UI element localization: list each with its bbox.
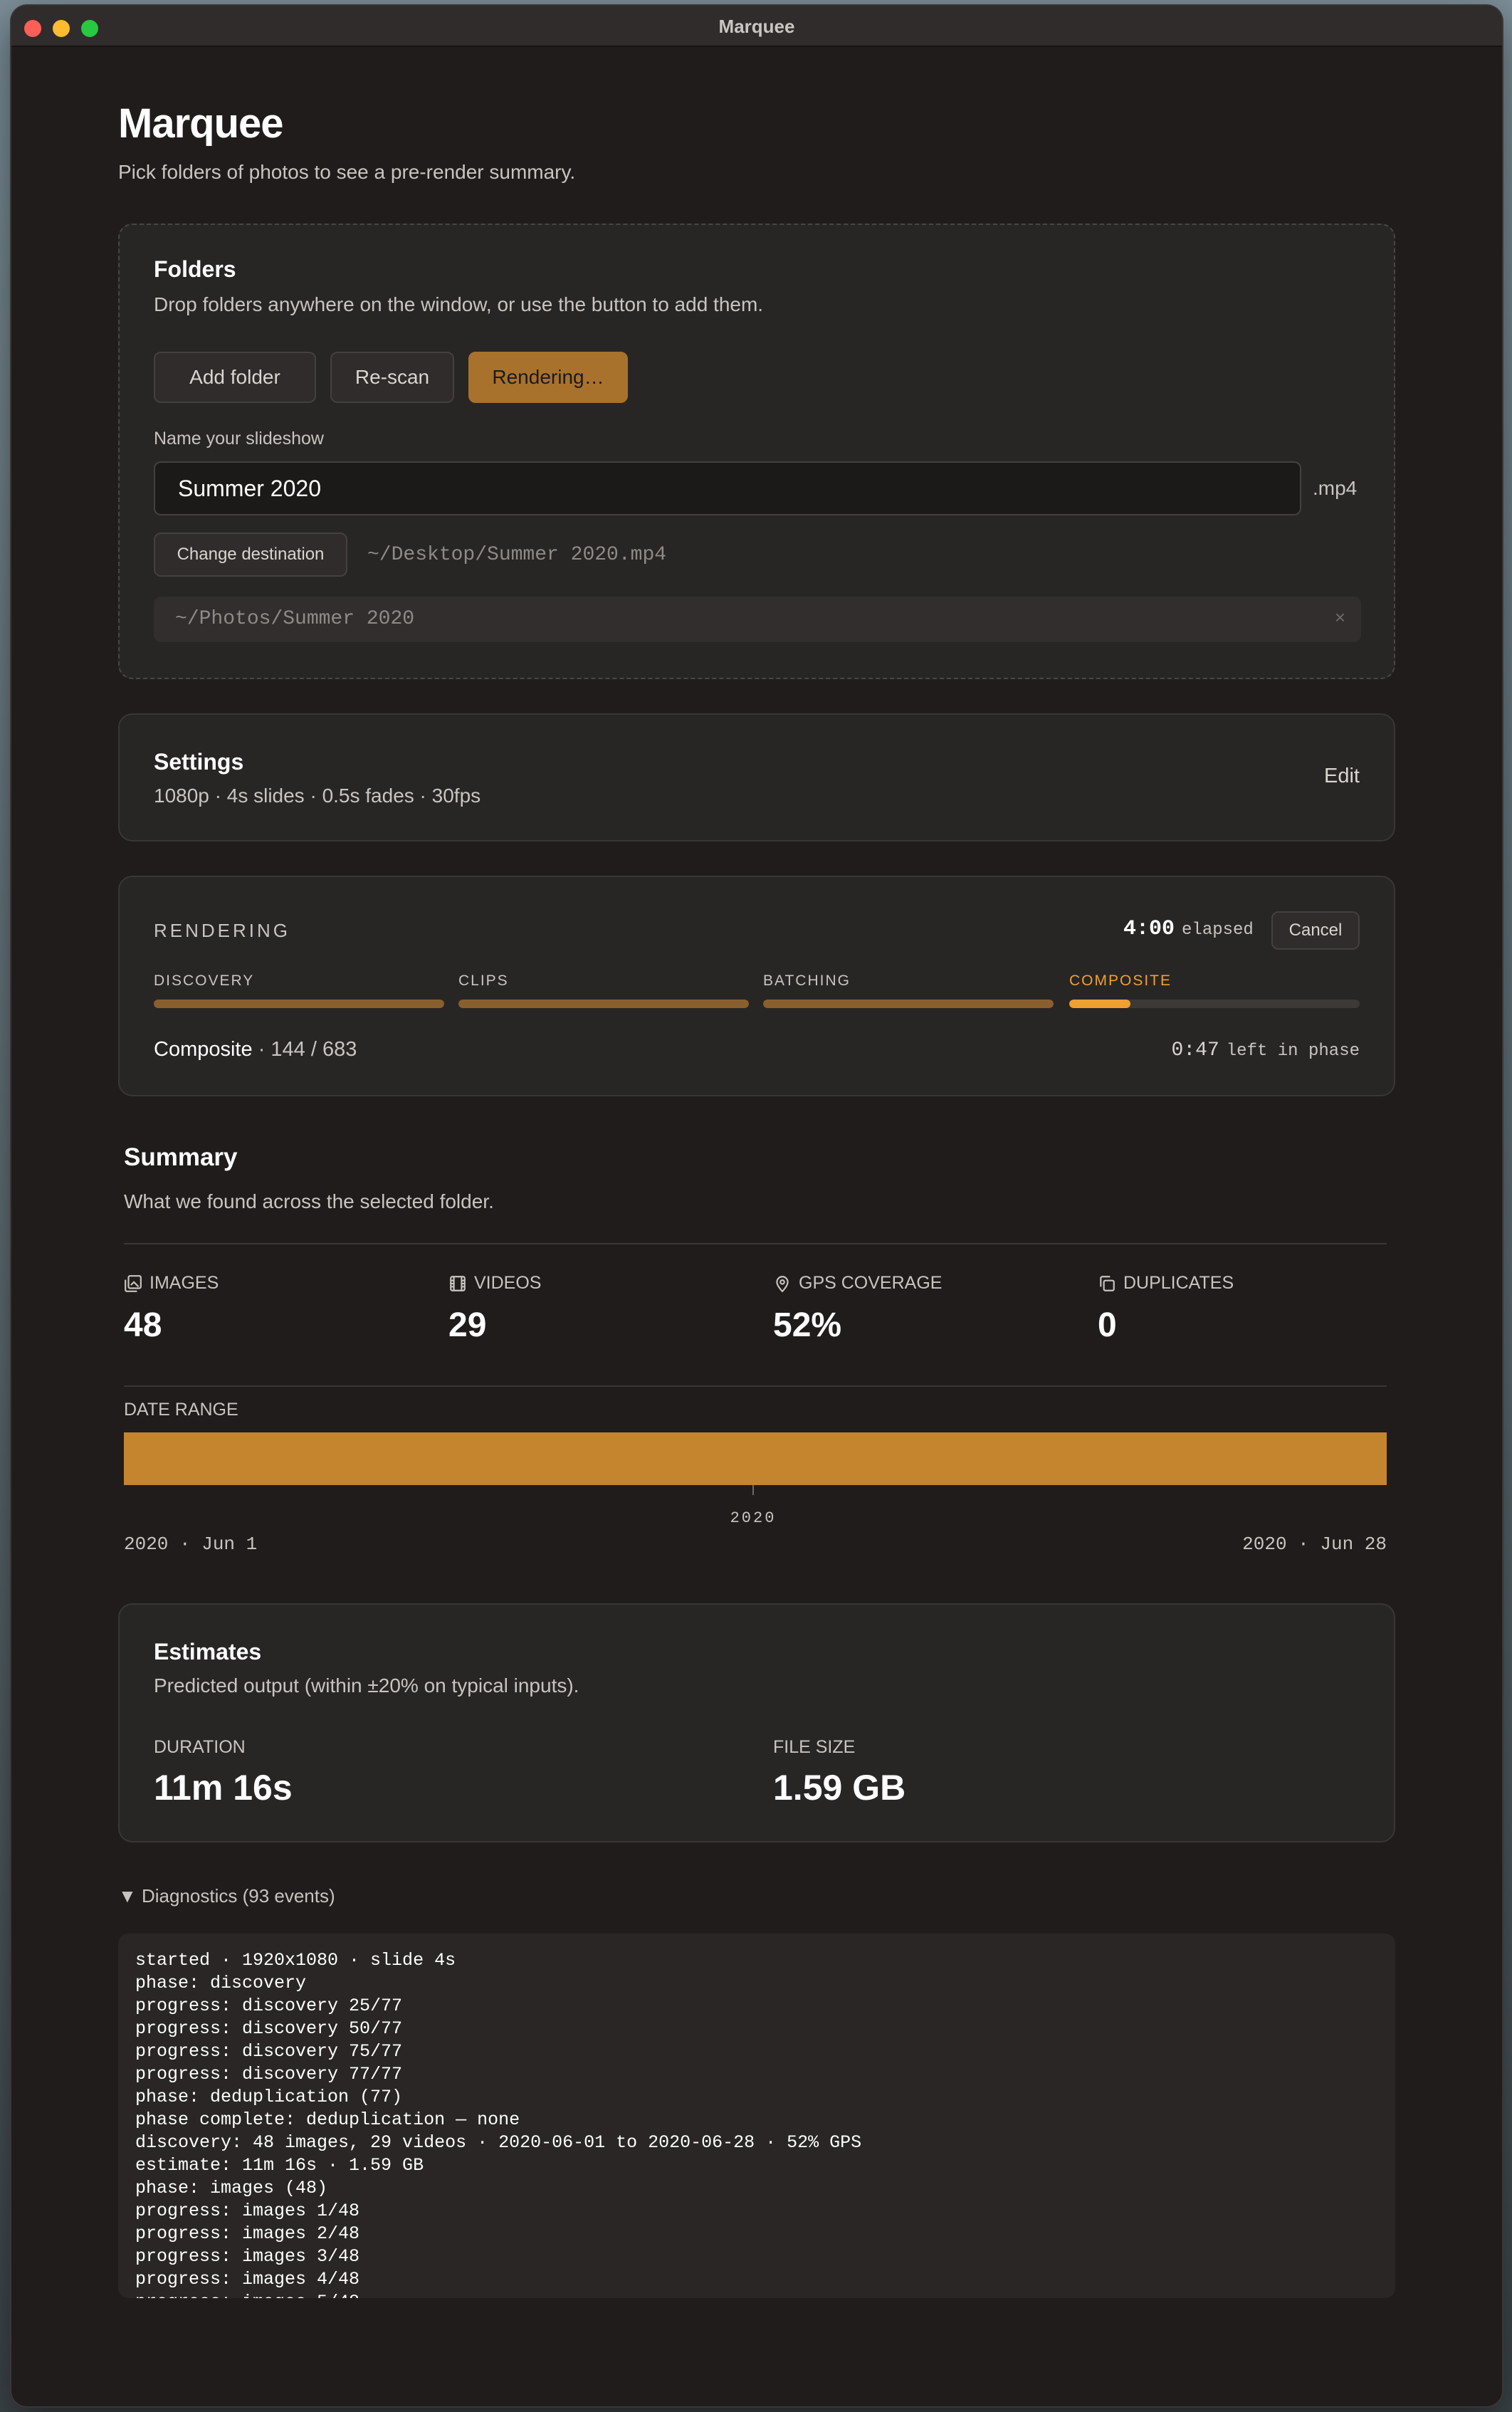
stat-images-label: IMAGES — [124, 1273, 219, 1294]
phase-fill-composite — [1069, 1000, 1130, 1008]
location-pin-icon — [776, 1275, 789, 1292]
stat-videos-text: VIDEOS — [474, 1273, 542, 1293]
stat-videos-label: VIDEOS — [448, 1273, 541, 1294]
log-line: phase: discovery — [135, 1973, 307, 1993]
folders-subtitle: Drop folders anywhere on the window, or … — [154, 293, 764, 315]
file-size-label: FILE SIZE — [773, 1737, 856, 1757]
file-size-value: 1.59 GB — [773, 1768, 906, 1808]
log-line: started · 1920x1080 · slide 4s — [135, 1950, 456, 1971]
elapsed-label: elapsed — [1182, 921, 1254, 940]
window-title: Marquee — [718, 16, 795, 37]
stat-duplicates-value: 0 — [1098, 1306, 1117, 1344]
title-bar: Marquee — [11, 6, 1502, 47]
log-line: progress: images 3/48 — [135, 2246, 360, 2267]
log-line: phase: images (48) — [135, 2178, 328, 2198]
slideshow-name-input[interactable]: Summer 2020 — [154, 461, 1301, 515]
log-line: progress: images 2/48 — [135, 2223, 360, 2244]
slideshow-name-label: Name your slideshow — [154, 429, 324, 449]
settings-summary: 1080p · 4s slides · 0.5s fades · 30fps — [154, 785, 481, 807]
cancel-render-button[interactable]: Cancel — [1271, 911, 1360, 950]
estimates-card: Estimates Predicted output (within ±20% … — [118, 1603, 1395, 1842]
duration-value: 11m 16s — [154, 1768, 293, 1808]
log-line: progress: images 5/48 — [135, 2291, 1378, 2298]
date-range-label: DATE RANGE — [124, 1400, 238, 1420]
phase-progress-discovery — [154, 1000, 444, 1008]
remaining-label: left in phase — [1226, 1042, 1360, 1061]
phase-remaining: 0:47 left in phase — [1172, 1039, 1360, 1061]
current-phase-count: · 144 / 683 — [258, 1038, 357, 1061]
log-line: estimate: 11m 16s · 1.59 GB — [135, 2155, 424, 2176]
phase-fill-batching — [763, 1000, 1054, 1008]
summary-title: Summary — [124, 1143, 238, 1171]
stat-duplicates-text: DUPLICATES — [1123, 1273, 1234, 1293]
render-button[interactable]: Rendering… — [468, 352, 628, 403]
stat-gps-value: 52% — [773, 1306, 842, 1344]
page-subtitle: Pick folders of photos to see a pre-rend… — [118, 161, 576, 183]
date-range-bar — [124, 1432, 1387, 1485]
phase-progress-composite — [1069, 1000, 1360, 1008]
page-title: Marquee — [118, 100, 284, 147]
log-line: progress: discovery 25/77 — [135, 1996, 403, 2016]
app-window: Marquee Marquee Pick folders of photos t… — [11, 6, 1502, 2406]
images-icon — [125, 1274, 142, 1292]
stat-videos-value: 29 — [448, 1306, 487, 1344]
copy-icon — [1100, 1275, 1115, 1291]
phase-label-composite: COMPOSITE — [1069, 972, 1172, 989]
year-tick-label: 2020 — [730, 1509, 777, 1527]
remaining-time: 0:47 — [1171, 1039, 1219, 1061]
duration-label: DURATION — [154, 1737, 246, 1757]
phase-label-clips: CLIPS — [458, 972, 509, 989]
summary-divider-bottom — [124, 1385, 1387, 1387]
rendering-kicker: RENDERING — [154, 920, 291, 941]
elapsed-time: 4:00 — [1123, 917, 1175, 941]
log-line: progress: images 4/48 — [135, 2269, 360, 2290]
date-range-end: 2020 · Jun 28 — [1242, 1533, 1387, 1555]
summary-subtitle: What we found across the selected folder… — [124, 1190, 494, 1212]
folder-path: ~/Photos/Summer 2020 — [175, 608, 415, 630]
stat-gps-text: GPS COVERAGE — [799, 1273, 943, 1293]
stat-images-text: IMAGES — [149, 1273, 219, 1293]
log-line: progress: images 1/48 — [135, 2201, 360, 2221]
file-extension-label: .mp4 — [1313, 477, 1358, 499]
estimates-subtitle: Predicted output (within ±20% on typical… — [154, 1674, 579, 1697]
change-destination-button[interactable]: Change destination — [154, 533, 347, 577]
log-line: phase: deduplication (77) — [135, 2087, 403, 2107]
log-line: discovery: 48 images, 29 videos · 2020-0… — [135, 2132, 862, 2153]
phase-progress-clips — [458, 1000, 749, 1008]
year-tick-mark — [752, 1485, 754, 1495]
destination-path: ~/Desktop/Summer 2020.mp4 — [367, 544, 667, 566]
diagnostics-toggle[interactable]: ▼ Diagnostics (93 events) — [118, 1885, 335, 1907]
log-line: progress: discovery 75/77 — [135, 2041, 403, 2062]
phase-label-batching: BATCHING — [763, 972, 851, 989]
log-line: phase complete: deduplication — none — [135, 2109, 520, 2130]
elapsed-readout: 4:00 elapsed — [1123, 917, 1254, 941]
rescan-button[interactable]: Re-scan — [330, 352, 454, 403]
folders-title: Folders — [154, 256, 236, 282]
estimates-title: Estimates — [154, 1639, 262, 1664]
summary-divider-top — [124, 1243, 1387, 1244]
diagnostics-log[interactable]: started · 1920x1080 · slide 4s phase: dis… — [118, 1934, 1395, 2298]
current-phase-status: Composite · 144 / 683 — [154, 1038, 357, 1061]
phase-progress-batching — [763, 1000, 1054, 1008]
edit-settings-link[interactable]: Edit — [1324, 765, 1360, 788]
stat-duplicates-label: DUPLICATES — [1098, 1273, 1234, 1294]
rendering-card: RENDERING 4:00 elapsed Cancel DISCOVERY … — [118, 876, 1395, 1096]
log-line: progress: discovery 77/77 — [135, 2064, 403, 2085]
folders-card[interactable]: Folders Drop folders anywhere on the win… — [118, 224, 1395, 679]
settings-card: Settings 1080p · 4s slides · 0.5s fades … — [118, 713, 1395, 841]
stat-images-value: 48 — [124, 1306, 162, 1344]
date-range-start: 2020 · Jun 1 — [124, 1533, 258, 1555]
settings-title: Settings — [154, 749, 244, 775]
current-phase-name: Composite — [154, 1038, 253, 1061]
log-line: progress: discovery 50/77 — [135, 2018, 403, 2039]
phase-fill-clips — [458, 1000, 749, 1008]
add-folder-button[interactable]: Add folder — [154, 352, 316, 403]
stat-gps-label: GPS COVERAGE — [773, 1273, 942, 1294]
phase-label-discovery: DISCOVERY — [154, 972, 255, 989]
film-icon — [450, 1275, 466, 1291]
folder-list-item: ~/Photos/Summer 2020 × — [154, 597, 1361, 642]
phase-fill-discovery — [154, 1000, 444, 1008]
remove-folder-icon[interactable]: × — [1335, 607, 1345, 629]
